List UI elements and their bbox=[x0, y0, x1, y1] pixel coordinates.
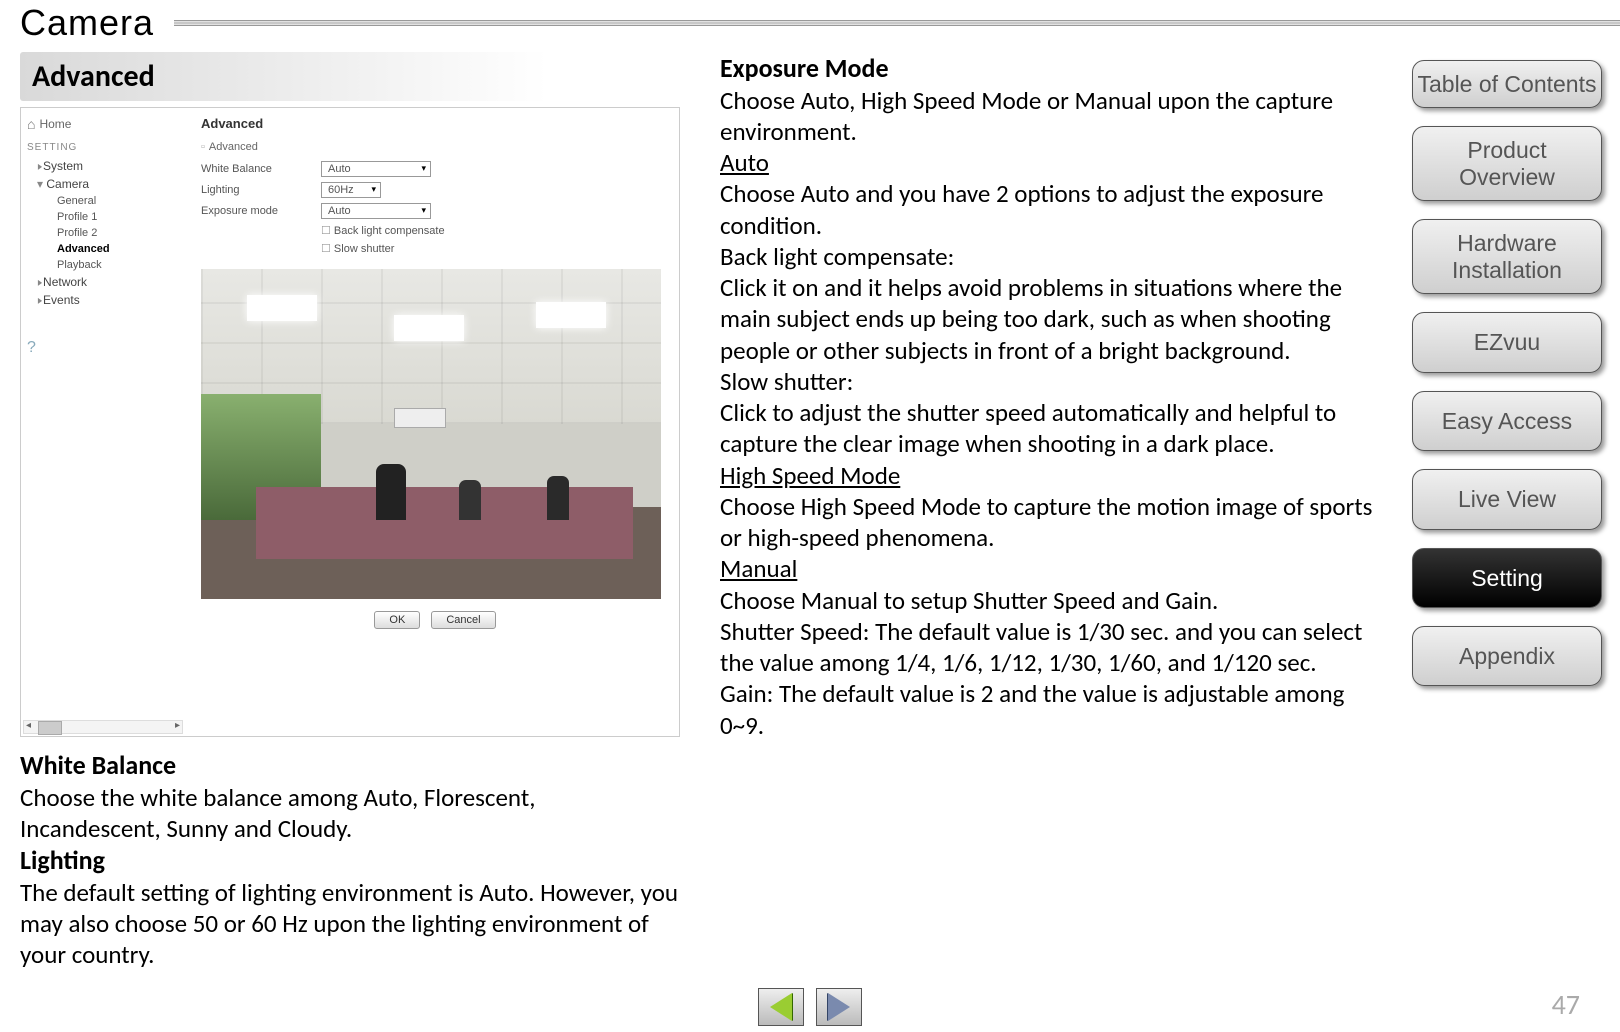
ss-item-camera[interactable]: Camera bbox=[27, 175, 185, 193]
arrow-left-icon bbox=[770, 993, 792, 1021]
ss-item-events[interactable]: Events bbox=[27, 291, 185, 309]
ss-panel-title: Advanced bbox=[201, 116, 669, 131]
nav-appendix-button[interactable]: Appendix bbox=[1412, 626, 1602, 686]
wb-text: Choose the white balance among Auto, Flo… bbox=[20, 782, 680, 845]
ss-sub-profile1[interactable]: Profile 1 bbox=[27, 209, 185, 225]
ss-exp-select[interactable]: Auto bbox=[321, 203, 431, 219]
ss-slowshutter-checkbox[interactable]: Slow shutter bbox=[321, 242, 394, 255]
ss-sub-playback[interactable]: Playback bbox=[27, 257, 185, 273]
exp-heading: Exposure Mode bbox=[720, 52, 1380, 85]
exp-intro: Choose Auto, High Speed Mode or Manual u… bbox=[720, 85, 1380, 148]
ss-item-system[interactable]: System bbox=[27, 157, 185, 175]
nav-hardware-install-button[interactable]: Hardware Installation bbox=[1412, 219, 1602, 294]
ss-ok-button[interactable]: OK bbox=[374, 611, 420, 629]
page-category-title: Camera bbox=[20, 2, 174, 44]
light-text: The default setting of lighting environm… bbox=[20, 877, 680, 971]
next-page-button[interactable] bbox=[816, 988, 862, 1026]
man-heading: Manual bbox=[720, 553, 1380, 584]
ss-group-label: Advanced bbox=[201, 141, 669, 153]
ss-wb-label: White Balance bbox=[201, 163, 321, 175]
section-title: Advanced bbox=[20, 52, 680, 101]
help-icon[interactable]: ? bbox=[27, 339, 185, 357]
nav-live-view-button[interactable]: Live View bbox=[1412, 469, 1602, 529]
ss-item-network[interactable]: Network bbox=[27, 273, 185, 291]
ss-exp-label: Exposure mode bbox=[201, 205, 321, 217]
man-text-1: Choose Manual to setup Shutter Speed and… bbox=[720, 585, 1380, 616]
man-text-3: Gain: The default value is 2 and the val… bbox=[720, 678, 1380, 741]
auto-heading: Auto bbox=[720, 147, 1380, 178]
arrow-right-icon bbox=[828, 993, 850, 1021]
settings-screenshot: Home SETTING System Camera General Profi… bbox=[20, 107, 680, 737]
nav-ezvuu-button[interactable]: EZvuu bbox=[1412, 312, 1602, 372]
ss-cancel-button[interactable]: Cancel bbox=[431, 611, 495, 629]
ss-heading: Slow shutter: bbox=[720, 366, 1380, 397]
blc-text: Click it on and it helps avoid problems … bbox=[720, 272, 1380, 366]
nav-product-overview-button[interactable]: Product Overview bbox=[1412, 126, 1602, 201]
wb-heading: White Balance bbox=[20, 749, 680, 782]
ss-sub-general[interactable]: General bbox=[27, 193, 185, 209]
man-text-2: Shutter Speed: The default value is 1/30… bbox=[720, 616, 1380, 679]
ss-sub-profile2[interactable]: Profile 2 bbox=[27, 225, 185, 241]
ss-wb-select[interactable]: Auto bbox=[321, 161, 431, 177]
auto-text: Choose Auto and you have 2 options to ad… bbox=[720, 178, 1380, 241]
ss-category: SETTING bbox=[27, 142, 185, 153]
ss-light-label: Lighting bbox=[201, 184, 321, 196]
page-number: 47 bbox=[1552, 987, 1580, 1022]
side-nav: Table of Contents Product Overview Hardw… bbox=[1412, 60, 1602, 686]
light-heading: Lighting bbox=[20, 844, 680, 877]
nav-easy-access-button[interactable]: Easy Access bbox=[1412, 391, 1602, 451]
ss-home-link[interactable]: Home bbox=[27, 116, 185, 132]
ss-text: Click to adjust the shutter speed automa… bbox=[720, 397, 1380, 460]
nav-setting-button[interactable]: Setting bbox=[1412, 548, 1602, 608]
ss-sub-advanced[interactable]: Advanced bbox=[27, 241, 185, 257]
blc-heading: Back light compensate: bbox=[720, 241, 1380, 272]
hsm-text: Choose High Speed Mode to capture the mo… bbox=[720, 491, 1380, 554]
ss-backlight-checkbox[interactable]: Back light compensate bbox=[321, 224, 445, 237]
header-divider bbox=[174, 20, 1620, 26]
nav-toc-button[interactable]: Table of Contents bbox=[1412, 60, 1602, 108]
hsm-heading: High Speed Mode bbox=[720, 460, 1380, 491]
camera-preview bbox=[201, 269, 661, 599]
prev-page-button[interactable] bbox=[758, 988, 804, 1026]
ss-light-select[interactable]: 60Hz bbox=[321, 182, 381, 198]
sidebar-scrollbar[interactable] bbox=[23, 720, 183, 734]
